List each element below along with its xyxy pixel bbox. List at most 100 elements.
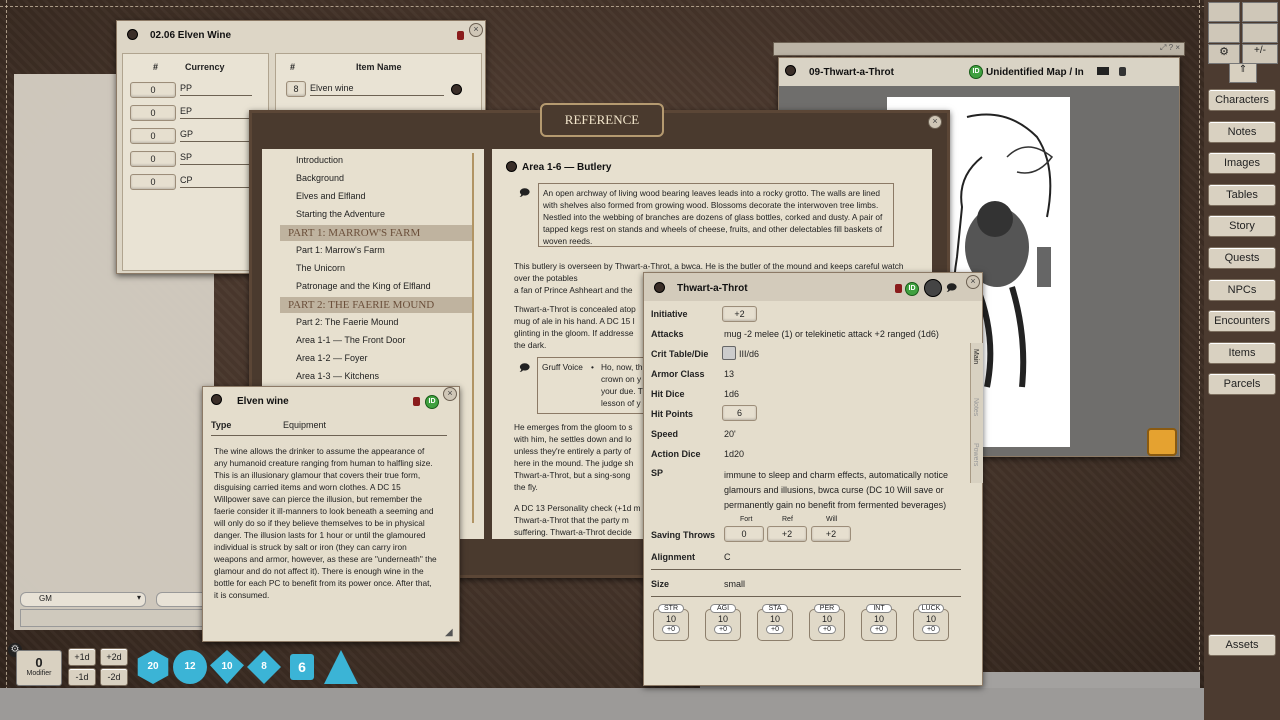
ability-score[interactable]: 10 (810, 614, 844, 624)
ability-box[interactable]: STA 10 +0 (757, 604, 793, 641)
voice-speech-icon[interactable]: 🗩 (519, 361, 530, 378)
action-dice-value[interactable]: 1d20 (724, 449, 744, 459)
toc-item[interactable]: Part 1: Marrow's Farm (296, 245, 385, 255)
hp-field[interactable]: 6 (722, 405, 757, 421)
sidebar-button-images[interactable]: Images (1208, 152, 1276, 175)
sidebar-button-parcels[interactable]: Parcels (1208, 373, 1276, 396)
pin-icon[interactable]: ⇑ (1229, 63, 1257, 83)
mask-icon[interactable] (1097, 67, 1109, 75)
ability-score[interactable]: 10 (654, 614, 688, 624)
toc-item[interactable]: Introduction (296, 155, 343, 165)
tab-powers[interactable]: Powers (972, 443, 979, 466)
currency-code-field[interactable]: EP (180, 106, 252, 119)
toc-item[interactable]: Part 2: The Faerie Mound (296, 317, 398, 327)
sidebar-button-items[interactable]: Items (1208, 341, 1276, 364)
sp-value[interactable]: immune to sleep and charm effects, autom… (724, 468, 964, 513)
currency-qty-field[interactable]: 0 (130, 174, 176, 190)
zoom-icon[interactable]: +/- (1242, 44, 1278, 64)
sidebar-button-encounters[interactable]: Encounters (1208, 310, 1276, 333)
save-ref-field[interactable]: +2 (767, 526, 807, 542)
sidebar-button-tables[interactable]: Tables (1208, 183, 1276, 206)
chat-identity-select[interactable]: GM ▾ (20, 592, 146, 607)
close-icon[interactable]: × (469, 23, 483, 37)
ability-box[interactable]: STR 10 +0 (653, 604, 689, 641)
toolbar-button-4[interactable] (1242, 23, 1278, 43)
sidebar-button-npcs[interactable]: NPCs (1208, 278, 1276, 301)
tab-main[interactable]: Main (972, 349, 979, 364)
minus-1d-button[interactable]: -1d (68, 668, 96, 686)
toc-item[interactable]: Background (296, 173, 344, 183)
currency-code-field[interactable]: GP (180, 129, 252, 142)
window-menu-icon[interactable] (127, 29, 138, 40)
npc-id-icon[interactable]: ID (905, 282, 919, 296)
ability-box[interactable]: PER 10 +0 (809, 604, 845, 641)
toc-scrollbar[interactable] (472, 153, 480, 523)
ability-box[interactable]: INT 10 +0 (861, 604, 897, 641)
crit-die-icon[interactable] (722, 346, 736, 360)
toc-item[interactable]: Area 1-3 — Kitchens (296, 371, 379, 381)
item-lock-icon[interactable] (413, 397, 420, 406)
chat-input[interactable] (20, 609, 208, 627)
chat-mode-select[interactable] (156, 592, 208, 607)
npc-menu-icon[interactable] (654, 282, 665, 293)
toc-item[interactable]: Patronage and the King of Elfland (296, 281, 431, 291)
sidebar-button-story[interactable]: Story (1208, 215, 1276, 238)
item-close-icon[interactable]: × (443, 387, 457, 401)
npc-portrait-icon[interactable] (924, 279, 942, 297)
attacks-value[interactable]: mug -2 melee (1) or telekinetic attack +… (724, 329, 939, 339)
item-link-icon[interactable] (451, 84, 462, 95)
map-lock-icon[interactable] (1119, 67, 1126, 76)
modifier-box[interactable]: 0 Modifier (16, 650, 62, 686)
ability-score[interactable]: 10 (706, 614, 740, 624)
ability-box[interactable]: AGI 10 +0 (705, 604, 741, 641)
toc-item[interactable]: Starting the Adventure (296, 209, 385, 219)
item-name-field[interactable]: Elven wine (310, 83, 444, 96)
map-menu-icon[interactable] (785, 65, 796, 76)
plus-1d-button[interactable]: +1d (68, 648, 96, 666)
size-value[interactable]: small (724, 579, 745, 589)
npc-close-icon[interactable]: × (966, 275, 980, 289)
item-menu-icon[interactable] (211, 394, 222, 405)
speed-value[interactable]: 20' (724, 429, 736, 439)
plus-2d-button[interactable]: +2d (100, 648, 128, 666)
toc-section-header[interactable]: PART 1: MARROW'S FARM (280, 225, 472, 241)
tab-notes[interactable]: Notes (972, 398, 979, 416)
currency-code-field[interactable]: PP (180, 83, 252, 96)
save-will-field[interactable]: +2 (811, 526, 851, 542)
alignment-value[interactable]: C (724, 552, 731, 562)
item-id-icon[interactable]: ID (425, 395, 439, 409)
ability-box[interactable]: LUCK 10 +0 (913, 604, 949, 641)
currency-code-field[interactable]: CP (180, 175, 252, 188)
ability-score[interactable]: 10 (862, 614, 896, 624)
currency-qty-field[interactable]: 0 (130, 151, 176, 167)
gear-icon[interactable]: ⚙ (1208, 44, 1240, 64)
d6-die-icon[interactable]: 6 (290, 654, 314, 680)
assets-button[interactable]: Assets (1208, 634, 1276, 656)
map-window-controls-icon[interactable]: ⤢ ? × (1160, 43, 1180, 53)
toc-item[interactable]: The Unicorn (296, 263, 345, 273)
minus-2d-button[interactable]: -2d (100, 668, 128, 686)
toc-section-header[interactable]: PART 2: THE FAERIE MOUND (280, 297, 472, 313)
save-fort-field[interactable]: 0 (724, 526, 764, 542)
resize-handle-icon[interactable]: ◢ (445, 627, 453, 638)
ability-score[interactable]: 10 (758, 614, 792, 624)
lock-icon[interactable] (457, 31, 464, 40)
d12-die-icon[interactable]: 12 (173, 650, 207, 684)
currency-qty-field[interactable]: 0 (130, 82, 176, 98)
speech-icon[interactable]: 🗩 (519, 186, 530, 203)
hd-value[interactable]: 1d6 (724, 389, 739, 399)
toc-item[interactable]: Area 1-2 — Foyer (296, 353, 368, 363)
currency-qty-field[interactable]: 0 (130, 128, 176, 144)
toolbar-button-1[interactable] (1208, 2, 1240, 22)
sidebar-button-quests[interactable]: Quests (1208, 247, 1276, 269)
page-menu-icon[interactable] (506, 161, 517, 172)
toolbar-button-2[interactable] (1242, 2, 1278, 22)
ability-score[interactable]: 10 (914, 614, 948, 624)
sidebar-button-notes[interactable]: Notes (1208, 120, 1276, 143)
ac-value[interactable]: 13 (724, 369, 734, 379)
identified-icon[interactable]: ID (969, 65, 983, 79)
item-qty-field[interactable]: 8 (286, 81, 306, 97)
toc-item[interactable]: Area 1-1 — The Front Door (296, 335, 405, 345)
npc-speech-icon[interactable]: 🗩 (946, 281, 957, 298)
toc-item[interactable]: Elves and Elfland (296, 191, 366, 201)
